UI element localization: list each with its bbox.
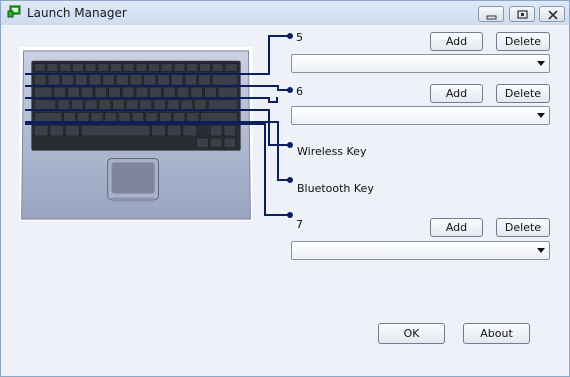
key-5-delete-button[interactable]: Delete bbox=[496, 32, 550, 51]
dropdown-arrow-icon bbox=[537, 61, 545, 66]
key-6-add-button[interactable]: Add bbox=[430, 84, 483, 103]
window-title: Launch Manager bbox=[27, 6, 127, 20]
minimize-button[interactable] bbox=[478, 6, 504, 22]
key-7-label: 7 bbox=[296, 218, 303, 231]
key-6-delete-button[interactable]: Delete bbox=[496, 84, 550, 103]
about-button[interactable]: About bbox=[463, 323, 530, 344]
key-5-app-dropdown[interactable] bbox=[291, 54, 550, 73]
title-bar: Launch Manager bbox=[1, 1, 569, 25]
key-7-delete-button[interactable]: Delete bbox=[496, 218, 550, 237]
key-7-app-dropdown[interactable] bbox=[291, 241, 550, 260]
maximize-button[interactable] bbox=[509, 6, 535, 22]
dropdown-arrow-icon bbox=[537, 113, 545, 118]
key-6-app-dropdown[interactable] bbox=[291, 106, 550, 125]
maximize-icon bbox=[517, 10, 528, 19]
laptop-image bbox=[19, 47, 253, 222]
key-5-add-button[interactable]: Add bbox=[430, 32, 483, 51]
app-icon bbox=[7, 5, 21, 18]
bluetooth-key-label: Bluetooth Key bbox=[297, 182, 374, 195]
dropdown-arrow-icon bbox=[537, 248, 545, 253]
key-7-add-button[interactable]: Add bbox=[430, 218, 483, 237]
ok-button[interactable]: OK bbox=[378, 323, 445, 344]
close-button[interactable] bbox=[539, 6, 565, 22]
close-icon bbox=[548, 10, 558, 20]
minimize-icon bbox=[486, 15, 497, 20]
key-6-label: 6 bbox=[296, 85, 303, 98]
wireless-key-label: Wireless Key bbox=[297, 145, 367, 158]
key-5-label: 5 bbox=[296, 31, 303, 44]
